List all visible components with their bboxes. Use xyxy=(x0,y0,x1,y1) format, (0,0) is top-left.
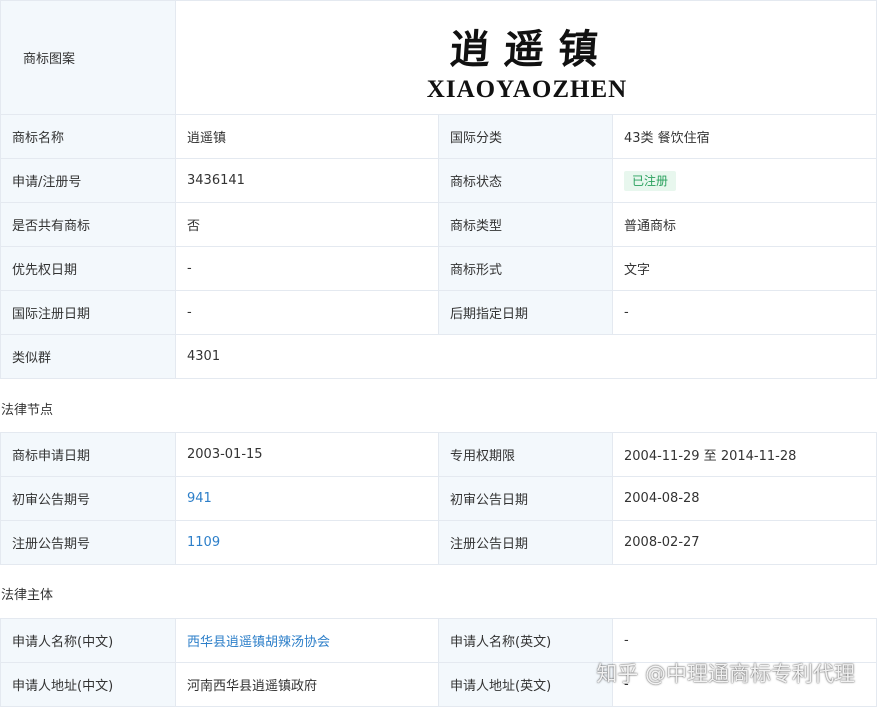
field-label: 后期指定日期 xyxy=(438,290,613,335)
field-label: 类似群 xyxy=(0,334,176,379)
legal-subject-section-title: 法律主体 xyxy=(1,588,54,603)
table-row: 申请人地址(中文) 河南西华县逍遥镇政府 申请人地址(英文) - xyxy=(0,662,877,707)
prelim-announcement-issue-cell: 941 xyxy=(175,476,439,521)
application-date-value: 2003-01-15 xyxy=(175,432,439,477)
trademark-logo: 逍遥镇 XIAOYAOZHEN xyxy=(177,12,876,104)
logo-chinese-text: 逍遥镇 xyxy=(448,25,614,73)
exclusive-right-period-value: 2004-11-29 至 2014-11-28 xyxy=(612,432,877,477)
table-row: 是否共有商标 否 商标类型 普通商标 xyxy=(0,202,877,247)
field-label: 注册公告日期 xyxy=(438,520,613,565)
prelim-announcement-issue-link[interactable]: 941 xyxy=(187,491,212,506)
field-label: 注册公告期号 xyxy=(0,520,176,565)
field-label: 国际分类 xyxy=(438,114,613,159)
field-label: 商标名称 xyxy=(0,114,176,159)
table-row: 初审公告期号 941 初审公告日期 2004-08-28 xyxy=(0,476,877,521)
later-designation-date-value: - xyxy=(611,290,877,335)
table-row: 商标图案 逍遥镇 XIAOYAOZHEN xyxy=(0,0,877,115)
logo-label-cell: 商标图案 xyxy=(0,0,176,115)
logo-english-text: XIAOYAOZHEN xyxy=(426,75,628,103)
trademark-basic-info-table: 商标图案 逍遥镇 XIAOYAOZHEN 商标名称 逍遥镇 国际分类 43类 餐… xyxy=(0,0,877,379)
prelim-announcement-date-value: 2004-08-28 xyxy=(612,476,877,521)
table-row: 商标名称 逍遥镇 国际分类 43类 餐饮住宿 xyxy=(0,114,877,159)
field-label: 专用权期限 xyxy=(438,432,613,477)
logo-label: 商标图案 xyxy=(23,52,76,67)
similar-group-value: 4301 xyxy=(174,334,877,379)
field-label: 优先权日期 xyxy=(0,246,176,291)
table-row: 申请人名称(中文) 西华县逍遥镇胡辣汤协会 申请人名称(英文) - xyxy=(0,618,877,663)
shared-trademark-value: 否 xyxy=(175,202,439,247)
trademark-type-value: 普通商标 xyxy=(611,202,877,247)
field-label: 国际注册日期 xyxy=(0,290,176,335)
table-row: 注册公告期号 1109 注册公告日期 2008-02-27 xyxy=(0,520,877,565)
legal-nodes-table: 商标申请日期 2003-01-15 专用权期限 2004-11-29 至 201… xyxy=(0,432,877,565)
legal-subject-table: 申请人名称(中文) 西华县逍遥镇胡辣汤协会 申请人名称(英文) - 申请人地址(… xyxy=(0,618,877,707)
applicant-name-cn-cell: 西华县逍遥镇胡辣汤协会 xyxy=(175,618,439,663)
field-label: 商标形式 xyxy=(438,246,613,291)
table-row: 申请/注册号 3436141 商标状态 已注册 xyxy=(0,158,877,203)
priority-date-value: - xyxy=(175,246,439,291)
applicant-name-link[interactable]: 西华县逍遥镇胡辣汤协会 xyxy=(187,635,330,650)
field-label: 申请人地址(中文) xyxy=(0,662,176,707)
intl-registration-date-value: - xyxy=(175,290,439,335)
registration-announcement-issue-cell: 1109 xyxy=(175,520,439,565)
table-row: 类似群 4301 xyxy=(0,334,877,379)
registration-number-value: 3436141 xyxy=(175,158,439,203)
field-label: 商标类型 xyxy=(438,202,613,247)
trademark-name-value: 逍遥镇 xyxy=(175,114,439,159)
table-row: 国际注册日期 - 后期指定日期 - xyxy=(0,290,877,335)
field-label: 申请人地址(英文) xyxy=(438,662,613,707)
field-label: 是否共有商标 xyxy=(0,202,176,247)
field-label: 申请/注册号 xyxy=(0,158,176,203)
trademark-form-value: 文字 xyxy=(611,246,877,291)
intl-class-value: 43类 餐饮住宿 xyxy=(611,114,877,159)
applicant-name-en-value: - xyxy=(612,618,877,663)
field-label: 初审公告期号 xyxy=(0,476,176,521)
table-row: 商标申请日期 2003-01-15 专用权期限 2004-11-29 至 201… xyxy=(0,432,877,477)
registration-announcement-date-value: 2008-02-27 xyxy=(612,520,877,565)
registration-announcement-issue-link[interactable]: 1109 xyxy=(187,535,220,550)
field-label: 商标申请日期 xyxy=(0,432,176,477)
field-label: 申请人名称(英文) xyxy=(438,618,613,663)
legal-nodes-section-title: 法律节点 xyxy=(1,403,54,418)
applicant-address-en-value: - xyxy=(612,662,877,707)
status-badge: 已注册 xyxy=(624,170,677,191)
status-cell: 已注册 xyxy=(611,158,877,203)
table-row: 优先权日期 - 商标形式 文字 xyxy=(0,246,877,291)
field-label: 申请人名称(中文) xyxy=(0,618,176,663)
field-label: 初审公告日期 xyxy=(438,476,613,521)
applicant-address-cn-value: 河南西华县逍遥镇政府 xyxy=(175,662,439,707)
logo-cell: 逍遥镇 XIAOYAOZHEN xyxy=(174,0,877,115)
field-label: 商标状态 xyxy=(438,158,613,203)
